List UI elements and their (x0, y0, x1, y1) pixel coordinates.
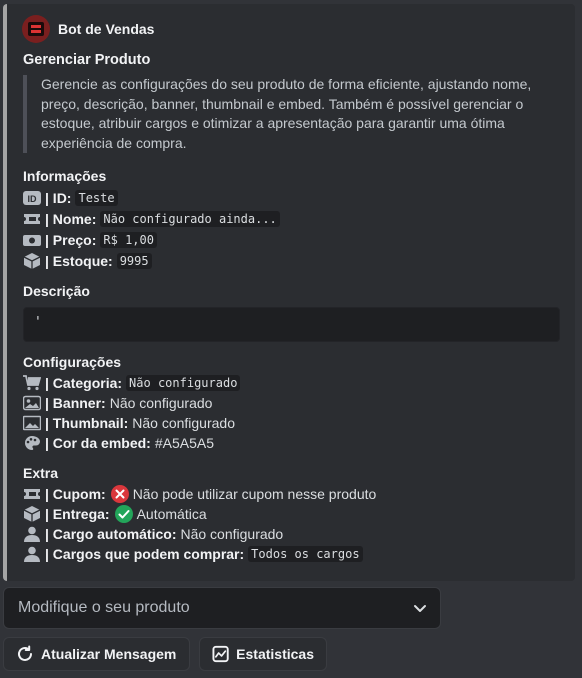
info-name-row: | Nome: Não configurado ainda... (23, 209, 280, 229)
author-name[interactable]: Bot de Vendas (58, 21, 154, 37)
config-color-label: | Cor da embed: (45, 435, 151, 451)
info-id-row: ID | ID: Teste (23, 188, 118, 208)
extra-delivery-value: Automática (136, 506, 207, 522)
cart-icon (23, 375, 41, 391)
chart-icon (212, 645, 229, 663)
config-color-row: | Cor da embed: #A5A5A5 (23, 433, 214, 453)
package-icon (23, 506, 41, 522)
extra-buy-roles-row: | Cargos que podem comprar: Todos os car… (23, 544, 363, 564)
product-select-menu[interactable]: Modifique o seu produto (3, 587, 441, 629)
picture-icon (23, 415, 41, 431)
extra-buy-roles-value: Todos os cargos (248, 546, 363, 562)
embed-title: Gerenciar Produto (23, 52, 151, 68)
extra-coupon-label: | Cupom: (45, 486, 106, 502)
config-thumbnail-value: Não configurado (132, 415, 235, 431)
info-price-value: R$ 1,00 (100, 232, 157, 248)
info-name-value: Não configurado ainda... (100, 211, 280, 227)
info-id-label: | ID: (45, 190, 72, 206)
info-price-label: | Preço: (45, 232, 97, 248)
embed-author: Bot de Vendas (22, 15, 154, 43)
statistics-button[interactable]: Estatisticas (199, 637, 327, 671)
config-color-value: #A5A5A5 (154, 435, 214, 451)
refresh-message-label: Atualizar Mensagem (41, 646, 177, 662)
config-category-label: | Categoria: (45, 375, 123, 391)
extra-coupon-value: Não pode utilizar cupom nesse produto (132, 486, 377, 502)
extra-auto-role-row: | Cargo automático: Não configurado (23, 524, 283, 544)
extra-buy-roles-label: | Cargos que podem comprar: (45, 546, 245, 562)
bot-avatar[interactable] (22, 15, 50, 43)
embed-description: Gerencie as configurações do seu produto… (23, 75, 561, 153)
id-icon: ID (23, 190, 41, 206)
config-thumbnail-label: | Thumbnail: (45, 415, 129, 431)
person-icon (23, 526, 41, 542)
info-id-value: Teste (75, 190, 118, 206)
money-icon (23, 232, 41, 248)
ticket-icon (23, 211, 41, 227)
statistics-label: Estatisticas (236, 646, 314, 662)
description-code-block: ' (23, 307, 560, 342)
config-banner-label: | Banner: (45, 395, 106, 411)
chevron-down-icon (412, 600, 428, 616)
ticket-icon (23, 486, 41, 502)
check-mark-icon (114, 505, 133, 523)
info-stock-value: 9995 (116, 253, 152, 269)
palette-icon (23, 435, 41, 451)
info-section-title: Informações (23, 168, 107, 184)
info-stock-row: | Estoque: 9995 (23, 251, 152, 271)
refresh-icon (18, 645, 32, 661)
info-name-label: | Nome: (45, 211, 97, 227)
info-stock-label: | Estoque: (45, 253, 113, 269)
config-category-row: | Categoria: Não configurado (23, 373, 241, 393)
package-icon (23, 253, 41, 269)
extra-auto-role-label: | Cargo automático: (45, 526, 177, 542)
cross-mark-icon (110, 485, 129, 503)
extra-auto-role-value: Não configurado (180, 526, 284, 542)
config-section-title: Configurações (23, 354, 122, 370)
svg-text:ID: ID (28, 194, 38, 204)
extra-delivery-label: | Entrega: (45, 506, 110, 522)
select-placeholder: Modifique o seu produto (18, 599, 190, 616)
description-field-title: Descrição (23, 283, 90, 299)
config-banner-row: | Banner: Não configurado (23, 393, 212, 413)
extra-coupon-row: | Cupom: Não pode utilizar cupom nesse p… (23, 484, 376, 504)
product-embed: Bot de Vendas Gerenciar Produto Gerencie… (3, 4, 575, 581)
image-icon (23, 395, 41, 411)
refresh-message-button[interactable]: Atualizar Mensagem (3, 637, 190, 671)
config-banner-value: Não configurado (109, 395, 213, 411)
extra-section-title: Extra (23, 465, 59, 481)
info-price-row: | Preço: R$ 1,00 (23, 230, 157, 250)
person-icon (23, 546, 41, 562)
config-category-value: Não configurado (126, 375, 241, 391)
extra-delivery-row: | Entrega: Automática (23, 504, 207, 524)
config-thumbnail-row: | Thumbnail: Não configurado (23, 413, 235, 433)
